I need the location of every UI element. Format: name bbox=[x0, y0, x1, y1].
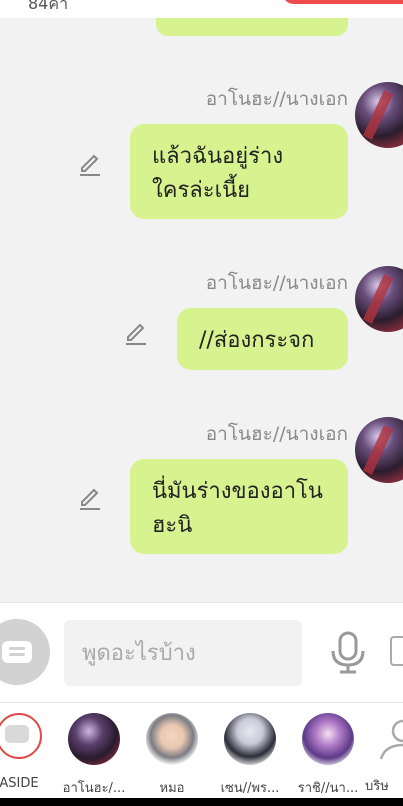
sender-name: อาโนฮะ//นางเอก bbox=[205, 272, 348, 294]
chat-menu-icon bbox=[2, 641, 32, 663]
character-item-aside[interactable]: ASIDE bbox=[0, 713, 54, 791]
top-bar: 84คำ bbox=[0, 0, 403, 18]
sender-name: อาโนฮะ//นางเอก bbox=[205, 423, 348, 445]
character-name: บริษ bbox=[365, 779, 389, 794]
edit-icon[interactable] bbox=[78, 485, 104, 511]
character-item[interactable]: บริษ bbox=[365, 713, 403, 796]
edit-icon[interactable] bbox=[78, 151, 104, 177]
attachment-icon[interactable] bbox=[390, 636, 403, 666]
character-item[interactable]: ราชิ//นา... bbox=[293, 713, 363, 798]
message-line: ใครล่ะเนี้ย bbox=[152, 178, 251, 203]
message-line: นี่มันร่างของอาโน bbox=[152, 479, 323, 504]
character-item[interactable]: อาโนฮะ/... bbox=[59, 713, 129, 798]
message-line: แล้วฉันอยู่ร่าง bbox=[152, 144, 284, 169]
menu-button[interactable] bbox=[0, 619, 50, 685]
message-bubble[interactable]: แล้วฉันอยู่ร่าง ใครล่ะเนี้ย bbox=[130, 124, 348, 219]
sender-name: อาโนฮะ//นางเอก bbox=[205, 88, 348, 110]
chat-area[interactable]: อาโนฮะ//นางเอก แล้วฉันอยู่ร่าง ใครล่ะเนี… bbox=[0, 18, 403, 602]
character-name: หมอ bbox=[159, 781, 185, 796]
word-count: 84คำ bbox=[28, 0, 69, 13]
character-name: อาโนฮะ/... bbox=[62, 781, 126, 796]
message-input[interactable] bbox=[64, 620, 302, 686]
character-name: เซน//พร... bbox=[220, 781, 280, 796]
action-pill-button[interactable] bbox=[282, 0, 403, 4]
sender-avatar[interactable] bbox=[355, 417, 403, 483]
message-bubble[interactable]: นี่มันร่างของอาโน ฮะนิ bbox=[130, 459, 348, 554]
character-bar: ASIDE อาโนฮะ/... หมอ เซน//พร... ราชิ//นา… bbox=[0, 702, 403, 798]
character-avatar bbox=[302, 713, 354, 765]
sender-avatar[interactable] bbox=[355, 266, 403, 332]
character-name: ราชิ//นา... bbox=[297, 781, 359, 796]
character-name: ASIDE bbox=[0, 776, 39, 791]
input-bar bbox=[0, 602, 403, 702]
aside-icon bbox=[0, 713, 42, 759]
sender-avatar[interactable] bbox=[355, 82, 403, 148]
message-bubble-partial bbox=[156, 18, 348, 36]
microphone-icon[interactable] bbox=[328, 631, 368, 675]
character-item[interactable]: หมอ bbox=[137, 713, 207, 798]
message-bubble[interactable]: //ส่องกระจก bbox=[177, 308, 348, 370]
edit-icon[interactable] bbox=[124, 320, 150, 346]
system-nav-strip bbox=[0, 798, 403, 806]
message-line: //ส่องกระจก bbox=[199, 328, 315, 353]
character-avatar bbox=[146, 713, 198, 765]
user-icon bbox=[379, 719, 403, 760]
character-avatar bbox=[68, 713, 120, 765]
character-item[interactable]: เซน//พร... bbox=[215, 713, 285, 798]
message-line: ฮะนิ bbox=[152, 513, 193, 538]
character-avatar bbox=[224, 713, 276, 765]
